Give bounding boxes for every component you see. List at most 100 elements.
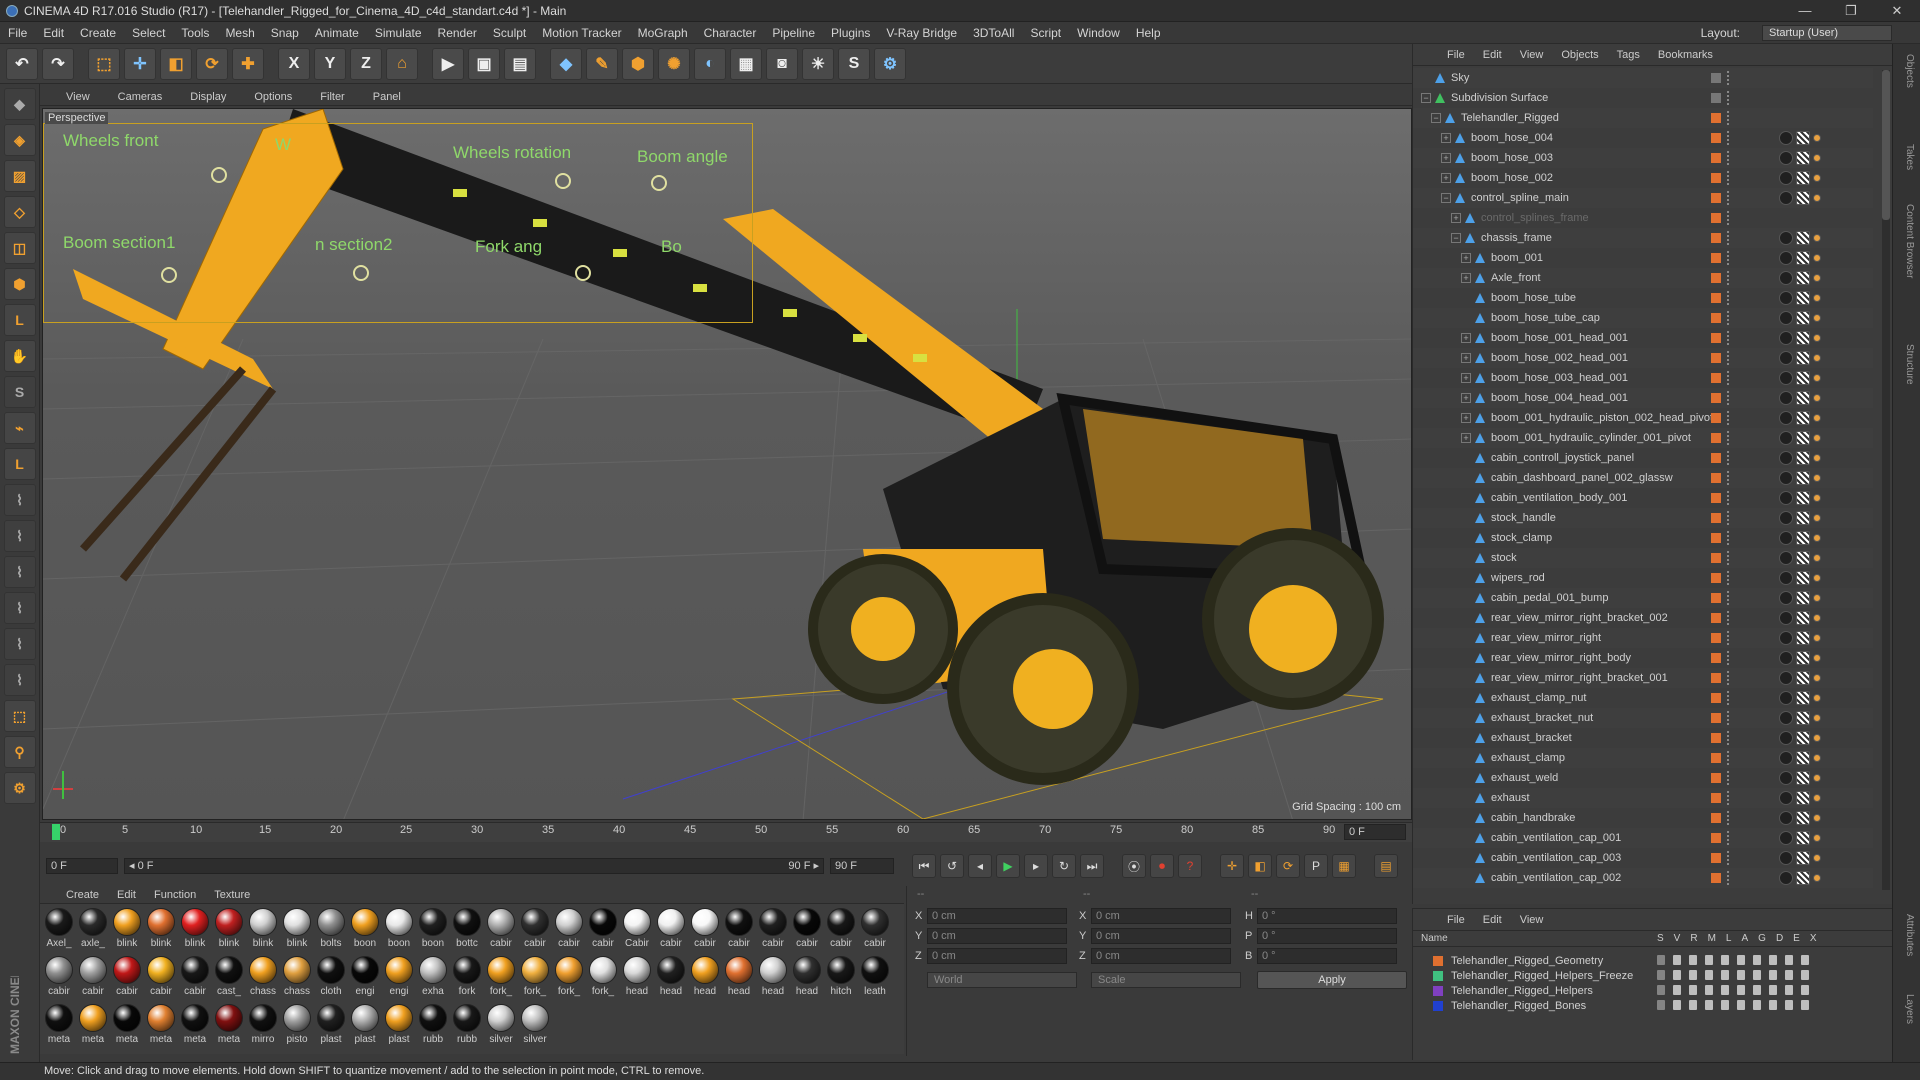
object-row[interactable]: boom_hose_tube (1413, 288, 1873, 308)
selection-tag-icon[interactable] (1813, 794, 1821, 802)
layer-color-swatch[interactable] (1711, 233, 1721, 243)
subdivision-button[interactable]: ⬢ (622, 47, 654, 80)
expand-toggle-icon[interactable]: + (1461, 253, 1471, 263)
layer-color-swatch[interactable] (1711, 193, 1721, 203)
selection-tag-icon[interactable] (1813, 314, 1821, 322)
texture-tag-icon[interactable] (1796, 191, 1810, 205)
mat-menu-create[interactable]: Create (66, 889, 99, 901)
texture-tag-icon[interactable] (1796, 371, 1810, 385)
coord-mode-dropdown[interactable]: Scale (1091, 972, 1241, 988)
material-swatch[interactable]: hitch (824, 956, 858, 1004)
light-button[interactable]: ☀ (802, 47, 834, 80)
material-swatch[interactable]: cabir (722, 908, 756, 956)
obj-menu-edit[interactable]: Edit (1483, 49, 1502, 61)
python-button[interactable]: S (838, 47, 870, 80)
menu-3dtoall[interactable]: 3DToAll (973, 26, 1014, 40)
visibility-dots-icon[interactable] (1727, 431, 1733, 445)
texture-tag-icon[interactable] (1796, 691, 1810, 705)
layer-flag-icon[interactable] (1737, 970, 1745, 980)
object-row[interactable]: + boom_001_hydraulic_piston_002_head_pivo… (1413, 408, 1873, 428)
selection-filter-icon[interactable]: ⬚ (3, 700, 36, 732)
expand-toggle-icon[interactable]: + (1441, 173, 1451, 183)
vp-menu-cameras[interactable]: Cameras (118, 91, 163, 103)
material-swatch[interactable]: cloth (314, 956, 348, 1004)
layer-flag-icon[interactable] (1689, 970, 1697, 980)
material-tag-icon[interactable] (1779, 611, 1793, 625)
layer-row[interactable]: Telehandler_Rigged_Geometry (1413, 953, 1893, 968)
render-view-button[interactable]: ▶ (432, 47, 464, 80)
material-swatch[interactable]: rubb (450, 1004, 484, 1052)
visibility-dots-icon[interactable] (1727, 791, 1733, 805)
material-tag-icon[interactable] (1779, 571, 1793, 585)
vp-menu-options[interactable]: Options (254, 91, 292, 103)
layer-flag-icon[interactable] (1785, 970, 1793, 980)
selection-tag-icon[interactable] (1813, 514, 1821, 522)
layer-color-icon[interactable] (1433, 985, 1443, 996)
layer-color-swatch[interactable] (1711, 533, 1721, 543)
layer-color-swatch[interactable] (1711, 553, 1721, 563)
snap-icon[interactable]: ⌁ (3, 412, 36, 444)
visibility-dots-icon[interactable] (1727, 811, 1733, 825)
rotation-p-field[interactable]: 0 ° (1257, 928, 1397, 944)
layer-flag-icon[interactable] (1801, 985, 1809, 995)
layer-color-swatch[interactable] (1711, 173, 1721, 183)
material-swatch[interactable]: head (654, 956, 688, 1004)
layer-flag-icon[interactable] (1801, 1000, 1809, 1010)
selection-tag-icon[interactable] (1813, 694, 1821, 702)
material-swatch[interactable]: head (620, 956, 654, 1004)
visibility-dots-icon[interactable] (1727, 271, 1733, 285)
model-mode-icon[interactable]: ◈ (3, 124, 36, 156)
goto-start-button[interactable]: ⏮ (912, 854, 936, 878)
position-z-field[interactable]: 0 cm (927, 948, 1067, 964)
material-swatch[interactable]: boon (348, 908, 382, 956)
close-button[interactable]: ✕ (1874, 0, 1920, 22)
material-swatch[interactable]: cabir (518, 908, 552, 956)
layer-flag-icon[interactable] (1769, 985, 1777, 995)
layer-flag-icon[interactable] (1769, 955, 1777, 965)
object-row[interactable]: Sky (1413, 68, 1873, 88)
material-swatch[interactable]: meta (110, 1004, 144, 1052)
menu-simulate[interactable]: Simulate (375, 26, 422, 40)
pen-tool-button[interactable]: ✎ (586, 47, 618, 80)
end-frame-field[interactable]: 90 F (830, 858, 894, 874)
menu-sculpt[interactable]: Sculpt (493, 26, 526, 40)
material-swatch[interactable]: cabir (552, 908, 586, 956)
layer-row[interactable]: Telehandler_Rigged_Helpers (1413, 983, 1893, 998)
layer-row[interactable]: Telehandler_Rigged_Helpers_Freeze (1413, 968, 1893, 983)
object-row[interactable]: cabin_ventilation_body_001 (1413, 488, 1873, 508)
texture-tag-icon[interactable] (1796, 631, 1810, 645)
object-row[interactable]: exhaust_bracket (1413, 728, 1873, 748)
current-frame-field[interactable]: 0 F (1344, 824, 1406, 840)
material-tag-icon[interactable] (1779, 771, 1793, 785)
polygons-mode-icon[interactable]: L (3, 304, 36, 336)
material-swatch[interactable]: blink (280, 908, 314, 956)
layer-color-swatch[interactable] (1711, 473, 1721, 483)
layer-flag-icon[interactable] (1705, 955, 1713, 965)
object-row[interactable]: cabin_handbrake (1413, 808, 1873, 828)
material-swatch[interactable]: boon (416, 908, 450, 956)
mat-menu-function[interactable]: Function (154, 889, 196, 901)
material-tag-icon[interactable] (1779, 851, 1793, 865)
coordinate-system-button[interactable]: ⌂ (386, 47, 418, 80)
layer-color-swatch[interactable] (1711, 93, 1721, 103)
material-swatch[interactable]: fork_ (518, 956, 552, 1004)
material-swatch[interactable]: cabir (178, 956, 212, 1004)
object-row[interactable]: wipers_rod (1413, 568, 1873, 588)
menu-pipeline[interactable]: Pipeline (772, 26, 815, 40)
layout-select[interactable]: Startup (User) (1762, 25, 1892, 41)
menu-mesh[interactable]: Mesh (225, 26, 254, 40)
visibility-dots-icon[interactable] (1727, 351, 1733, 365)
x-axis-button[interactable]: X (278, 47, 310, 80)
menu-create[interactable]: Create (80, 26, 116, 40)
ctrl-knob-wheels-front[interactable] (211, 167, 227, 183)
layer-flag-icon[interactable] (1689, 985, 1697, 995)
material-swatch[interactable]: bolts (314, 908, 348, 956)
record-active-button[interactable]: ⦿ (1122, 854, 1146, 878)
expand-toggle-icon[interactable]: − (1451, 233, 1461, 243)
material-swatch[interactable]: head (688, 956, 722, 1004)
selection-tag-icon[interactable] (1813, 334, 1821, 342)
material-tag-icon[interactable] (1779, 791, 1793, 805)
expand-toggle-icon[interactable]: + (1461, 353, 1471, 363)
script-button[interactable]: ⚙ (874, 47, 906, 80)
tab-takes[interactable]: Takes (1904, 144, 1915, 170)
